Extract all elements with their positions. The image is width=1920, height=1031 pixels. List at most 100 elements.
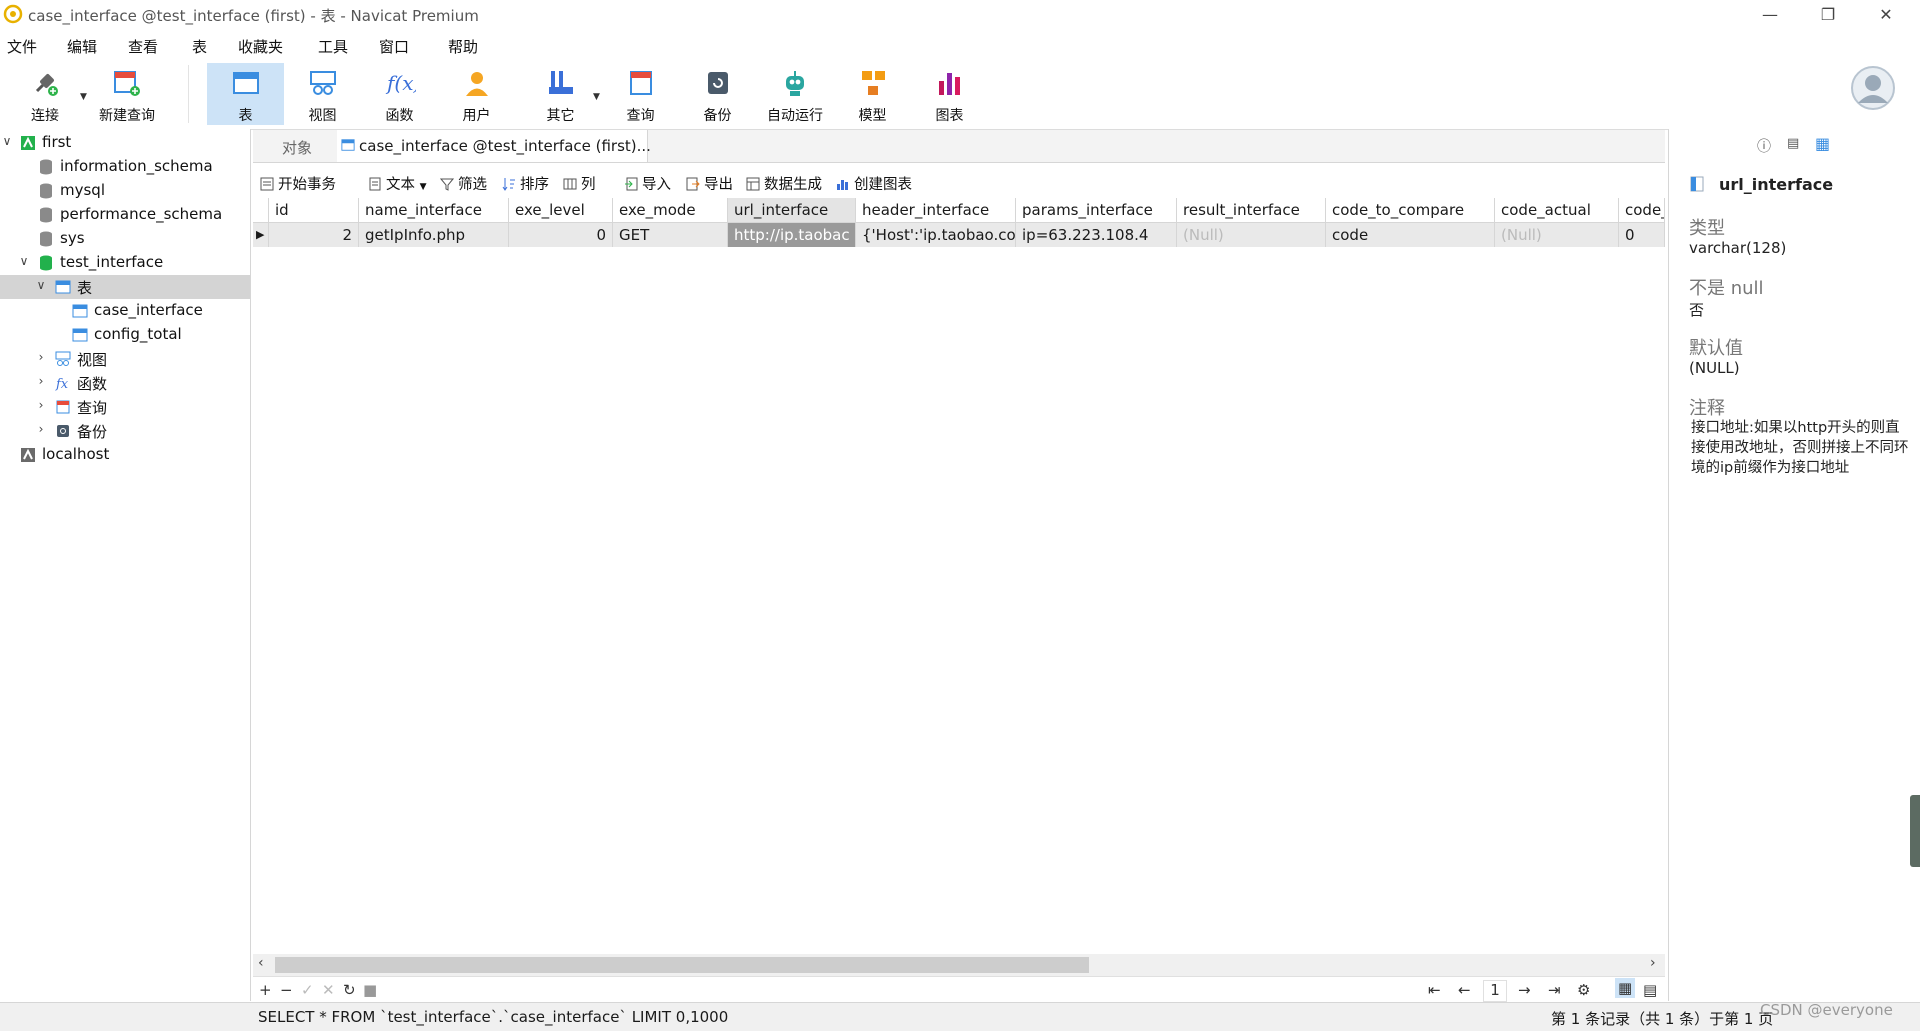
chevron-right-icon[interactable]: › — [34, 350, 48, 364]
query-button[interactable]: 查询 — [602, 63, 679, 125]
tree-item-localhost[interactable]: localhost — [0, 443, 250, 467]
menu-window[interactable]: 窗口 — [379, 36, 409, 57]
form-view-icon[interactable]: ▤ — [1643, 981, 1657, 999]
table-button[interactable]: 表 — [207, 63, 284, 125]
cell-params-interface[interactable]: ip=63.223.108.4 — [1016, 223, 1177, 247]
cell-id[interactable]: 2 — [269, 223, 359, 247]
menu-edit[interactable]: 编辑 — [67, 36, 97, 57]
sort-button[interactable]: 排序 — [502, 173, 549, 194]
tree-item-test-interface[interactable]: ∨ test_interface — [0, 251, 250, 275]
columns-button[interactable]: 列 — [563, 173, 596, 194]
column-header[interactable]: id — [269, 198, 359, 222]
chevron-down-icon[interactable]: ∨ — [0, 134, 14, 148]
other-button[interactable]: 其它 — [522, 63, 599, 125]
menu-table[interactable]: 表 — [192, 36, 207, 57]
chevron-right-icon[interactable]: › — [34, 398, 48, 412]
previous-page-icon[interactable]: ← — [1458, 981, 1471, 999]
cell-result-interface[interactable]: (Null) — [1177, 223, 1326, 247]
menu-tools[interactable]: 工具 — [318, 36, 348, 57]
restore-button[interactable]: ❐ — [1799, 0, 1857, 29]
tree-item-functions[interactable]: › fx 函数 — [0, 371, 250, 395]
user-button[interactable]: 用户 — [438, 63, 515, 125]
column-header[interactable]: result_interface — [1177, 198, 1326, 222]
menu-file[interactable]: 文件 — [7, 36, 37, 57]
delete-record-icon[interactable]: − — [280, 981, 293, 999]
new-query-button[interactable]: 新建查询 — [92, 63, 162, 125]
page-number-input[interactable]: 1 — [1483, 980, 1507, 1002]
tab-objects[interactable]: 对象 — [253, 130, 335, 162]
data-generation-button[interactable]: 数据生成 — [746, 173, 822, 194]
scrollbar-thumb[interactable] — [275, 957, 1089, 973]
column-header[interactable]: code_( — [1619, 198, 1665, 222]
view-button[interactable]: 视图 — [284, 63, 361, 125]
cell-exe-level[interactable]: 0 — [509, 223, 613, 247]
horizontal-scrollbar[interactable]: ‹ › — [253, 954, 1665, 976]
chevron-right-icon[interactable]: › — [34, 422, 48, 436]
apply-changes-icon[interactable]: ✓ — [301, 981, 314, 999]
column-header[interactable]: exe_level — [509, 198, 613, 222]
menu-favorites[interactable]: 收藏夹 — [238, 36, 283, 57]
filter-button[interactable]: 筛选 — [440, 173, 487, 194]
column-header[interactable]: params_interface — [1016, 198, 1177, 222]
other-dropdown-icon[interactable]: ▼ — [593, 92, 600, 102]
avatar[interactable] — [1850, 65, 1896, 111]
menu-help[interactable]: 帮助 — [448, 36, 478, 57]
column-header[interactable]: name_interface — [359, 198, 509, 222]
settings-gear-icon[interactable]: ⚙ — [1577, 981, 1590, 999]
refresh-icon[interactable]: ↻ — [343, 981, 356, 999]
table-row[interactable]: ▶ 2 getIpInfo.php 0 GET http://ip.taobac… — [253, 223, 1665, 247]
discard-changes-icon[interactable]: ✕ — [322, 981, 335, 999]
cell-code[interactable]: 0 — [1619, 223, 1665, 247]
tree-item-sys[interactable]: sys — [0, 227, 250, 251]
chart-button[interactable]: 图表 — [911, 63, 988, 125]
grid-view-icon[interactable]: ▦ — [1615, 978, 1636, 998]
add-record-icon[interactable]: + — [259, 981, 272, 999]
layout-icon[interactable]: ▦ — [1815, 134, 1830, 153]
column-header[interactable]: code_actual — [1495, 198, 1619, 222]
stop-icon[interactable]: ■ — [363, 981, 377, 999]
connect-button[interactable]: 连接 — [10, 63, 80, 125]
cell-name-interface[interactable]: getIpInfo.php — [359, 223, 509, 247]
chevron-down-icon[interactable]: ∨ — [34, 278, 48, 292]
cell-code-actual[interactable]: (Null) — [1495, 223, 1619, 247]
tree-item-information-schema[interactable]: information_schema — [0, 155, 250, 179]
column-header[interactable]: header_interface — [856, 198, 1016, 222]
last-page-icon[interactable]: ⇥ — [1548, 981, 1561, 999]
tab-case-interface[interactable]: case_interface @test_interface (first)..… — [337, 130, 651, 162]
tree-item-backups[interactable]: › 备份 — [0, 419, 250, 443]
scroll-right-icon[interactable]: › — [1650, 955, 1656, 971]
tree-item-queries[interactable]: › 查询 — [0, 395, 250, 419]
tree-item-config-total[interactable]: config_total — [0, 323, 250, 347]
chevron-right-icon[interactable]: › — [34, 374, 48, 388]
side-drawer-handle[interactable] — [1910, 795, 1920, 867]
menu-view[interactable]: 查看 — [128, 36, 158, 57]
model-button[interactable]: 模型 — [834, 63, 911, 125]
scroll-left-icon[interactable]: ‹ — [258, 955, 264, 971]
tree-item-views[interactable]: › 视图 — [0, 347, 250, 371]
tree-item-performance-schema[interactable]: performance_schema — [0, 203, 250, 227]
column-header[interactable]: exe_mode — [613, 198, 728, 222]
export-button[interactable]: 导出 — [686, 173, 733, 194]
create-chart-button[interactable]: 创建图表 — [836, 173, 912, 194]
cell-code-to-compare[interactable]: code — [1326, 223, 1495, 247]
tree-item-tables[interactable]: ∨ 表 — [0, 275, 250, 299]
function-button[interactable]: f(x) 函数 — [361, 63, 438, 125]
tree-item-mysql[interactable]: mysql — [0, 179, 250, 203]
cell-header-interface[interactable]: {'Host':'ip.taobao.co — [856, 223, 1016, 247]
chevron-down-icon[interactable]: ∨ — [17, 254, 31, 268]
backup-button[interactable]: 备份 — [679, 63, 756, 125]
close-button[interactable]: ✕ — [1857, 0, 1915, 29]
tree-item-case-interface[interactable]: case_interface — [0, 299, 250, 323]
first-page-icon[interactable]: ⇤ — [1428, 981, 1441, 999]
column-header[interactable]: url_interface — [728, 198, 856, 222]
next-page-icon[interactable]: → — [1518, 981, 1531, 999]
connect-dropdown-icon[interactable]: ▼ — [80, 92, 87, 102]
cell-url-interface[interactable]: http://ip.taobac — [728, 223, 856, 247]
automation-button[interactable]: 自动运行 — [756, 63, 834, 125]
tree-item-first[interactable]: ∨ first — [0, 131, 250, 155]
begin-transaction-button[interactable]: 开始事务 — [260, 173, 336, 194]
text-button[interactable]: 文本 ▼ — [368, 173, 427, 194]
import-button[interactable]: 导入 — [624, 173, 671, 194]
column-header[interactable]: code_to_compare — [1326, 198, 1495, 222]
ddl-icon[interactable]: ▤ — [1787, 136, 1799, 151]
